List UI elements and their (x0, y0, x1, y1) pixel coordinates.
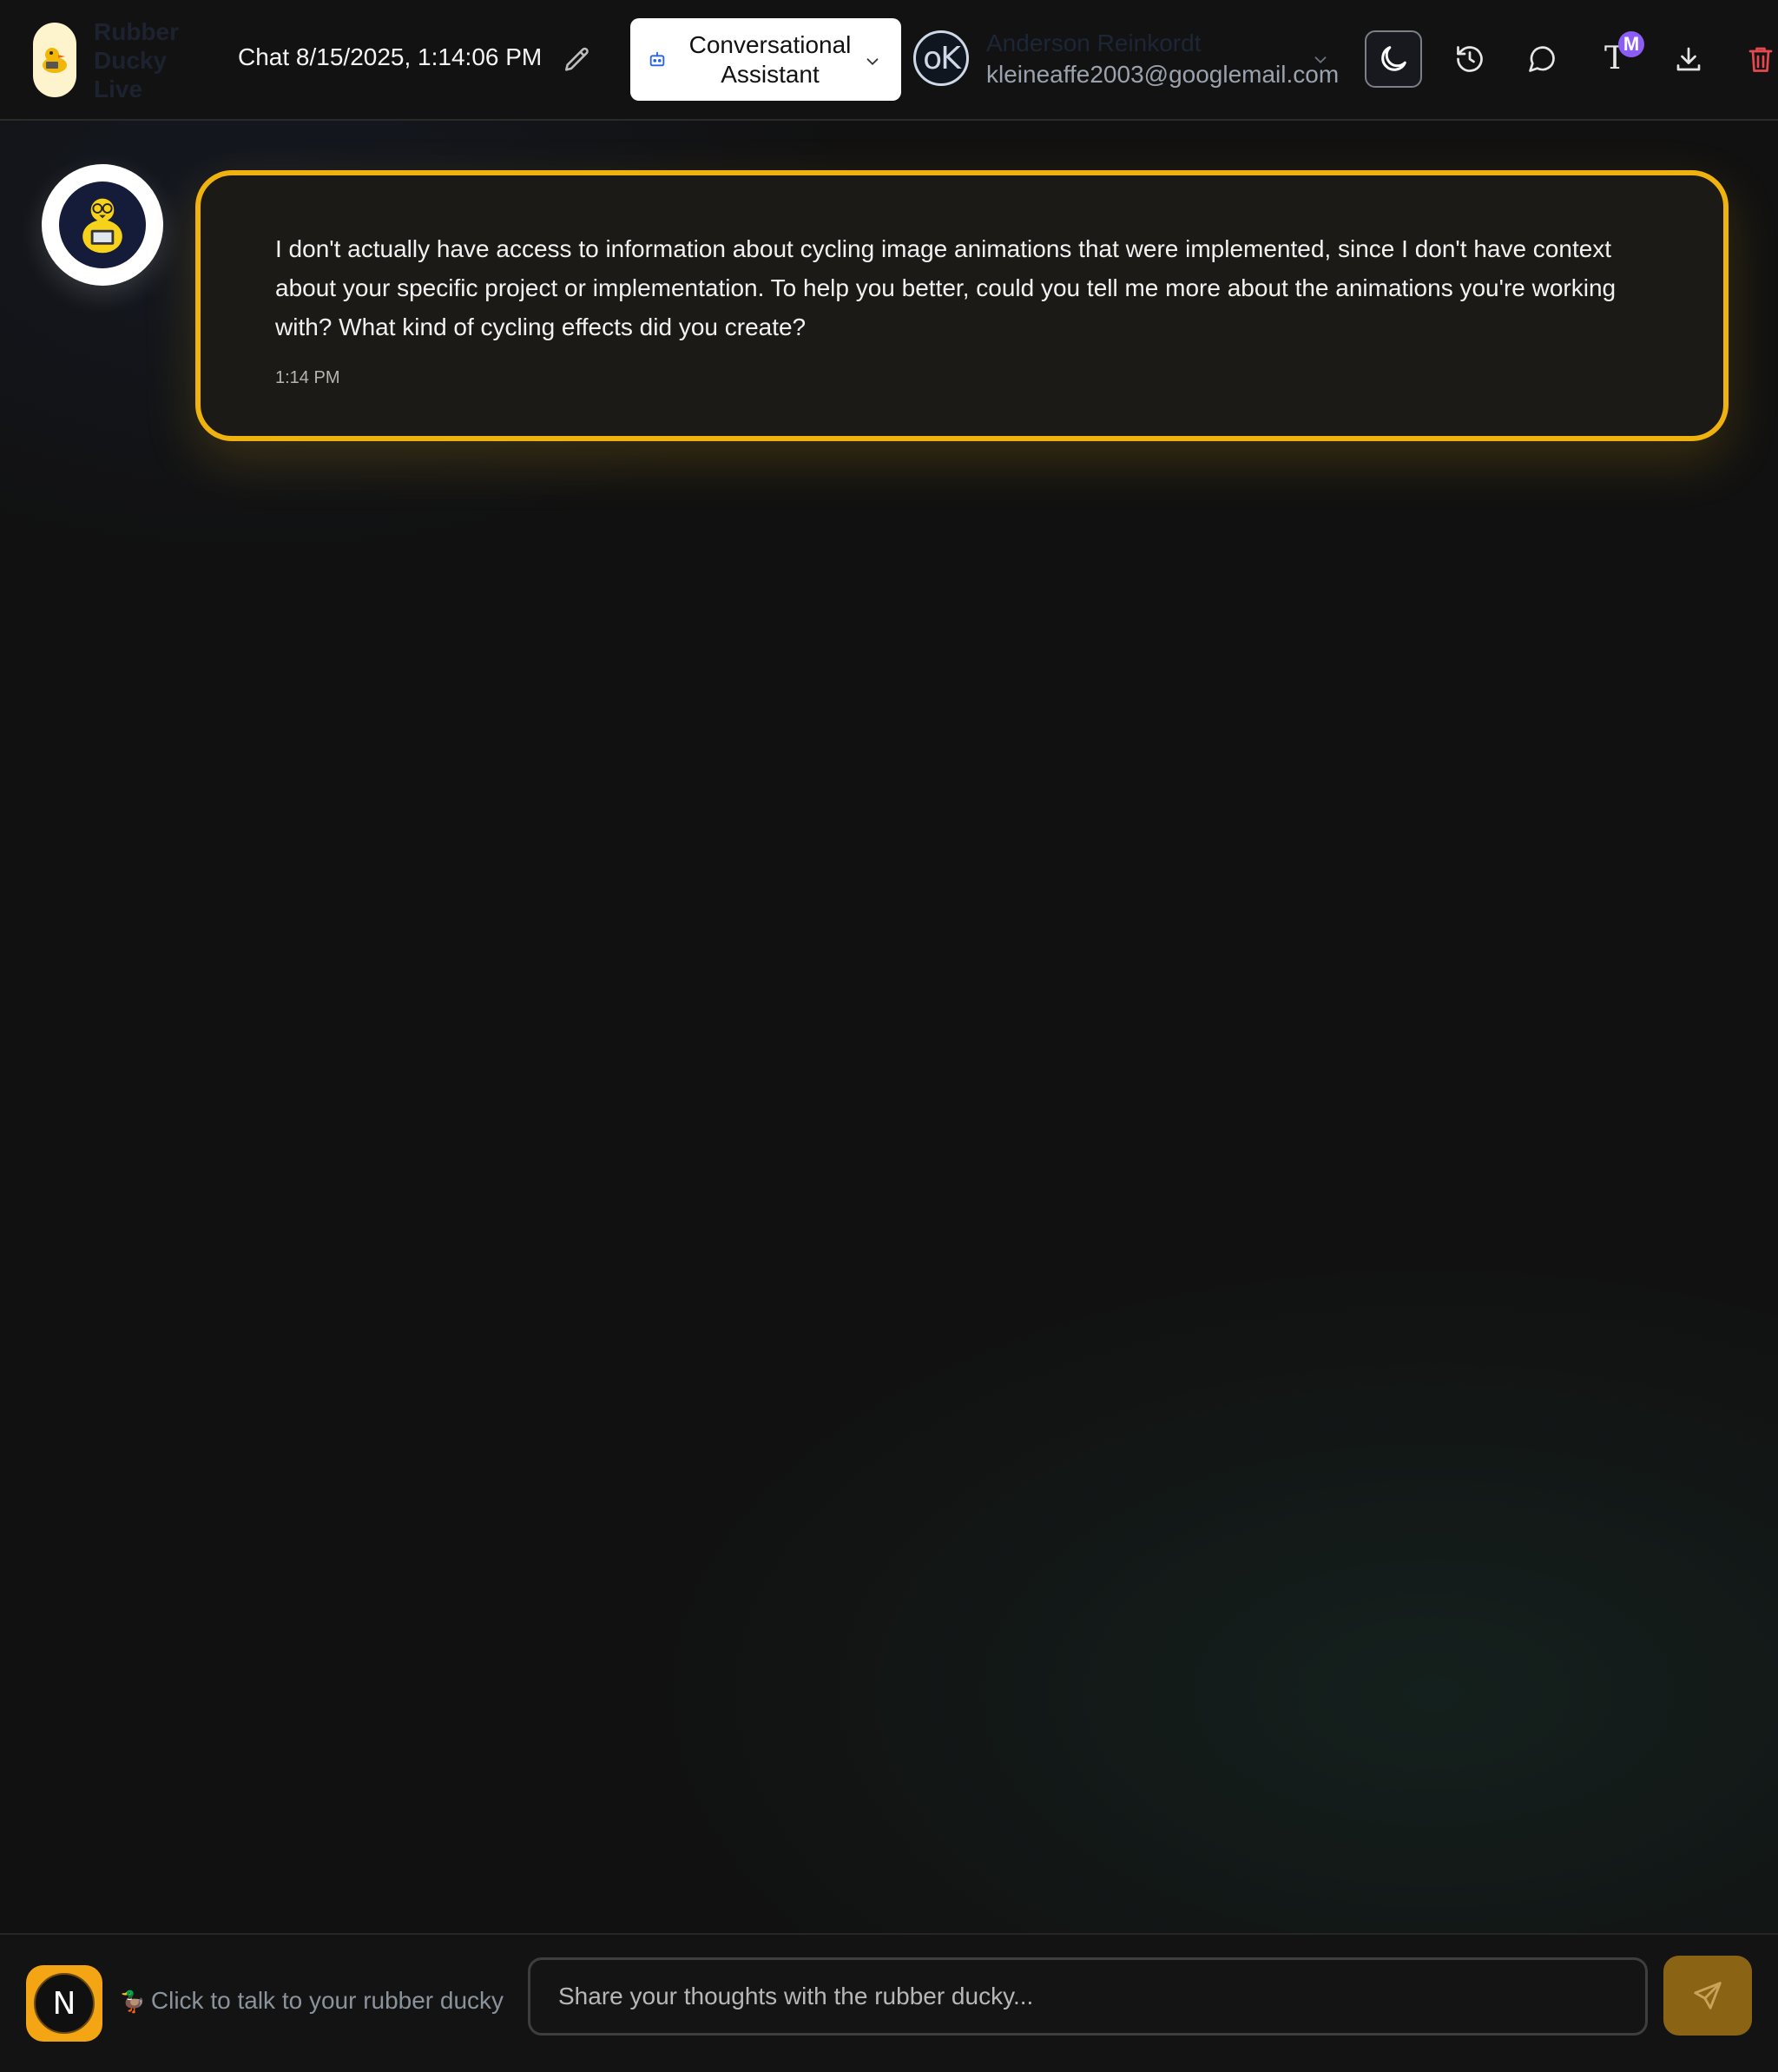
assistant-avatar (42, 164, 163, 286)
bot-icon (649, 51, 665, 67)
app-brand: Rubber Ducky Live (94, 18, 179, 102)
talk-hint-text: Click to talk to your rubber ducky (150, 1987, 504, 2014)
download-icon[interactable] (1673, 43, 1704, 75)
assistant-message: I don't actually have access to informat… (195, 170, 1729, 441)
assistant-select[interactable]: Conversational Assistant (630, 18, 901, 101)
voice-talk-button[interactable]: N (26, 1965, 102, 2042)
user-avatar[interactable]: oK (913, 30, 969, 86)
chevron-down-icon[interactable] (863, 52, 882, 71)
talk-hint[interactable]: 🦆 Click to talk to your rubber ducky (120, 1987, 504, 2015)
message-text: I don't actually have access to informat… (275, 235, 1617, 340)
assistant-select-value: Conversational Assistant (688, 31, 852, 88)
font-size-badge: M (1618, 31, 1644, 57)
message-input[interactable] (528, 1957, 1648, 2036)
top-bar: Rubber Ducky Live Chat 8/15/2025, 1:14:0… (0, 0, 1778, 121)
trash-icon[interactable] (1745, 43, 1776, 75)
chat-title: Chat 8/15/2025, 1:14:06 PM (238, 43, 543, 70)
duck-logo-icon (43, 48, 67, 73)
send-icon (1694, 1982, 1722, 2009)
chevron-down-icon[interactable] (1311, 50, 1330, 69)
send-button[interactable] (1663, 1956, 1752, 2036)
app-logo[interactable] (33, 23, 76, 97)
history-icon[interactable] (1454, 43, 1485, 75)
moon-icon (1381, 46, 1406, 71)
edit-title-button[interactable] (563, 45, 592, 75)
theme-toggle-button[interactable] (1365, 30, 1422, 88)
duck-emoji-icon: 🦆 (120, 1990, 146, 2014)
chat-bubble-icon[interactable] (1526, 43, 1557, 75)
voice-button-label: N (34, 1973, 95, 2034)
user-email: kleineaffe2003@googlemail.com (986, 61, 1340, 88)
user-name: Anderson Reinkordt (986, 30, 1202, 56)
message-timestamp: 1:14 PM (275, 368, 340, 387)
pencil-icon (564, 47, 589, 71)
composer-bar: N 🦆 Click to talk to your rubber ducky (0, 1933, 1778, 2072)
duck-avatar-icon (82, 198, 122, 254)
